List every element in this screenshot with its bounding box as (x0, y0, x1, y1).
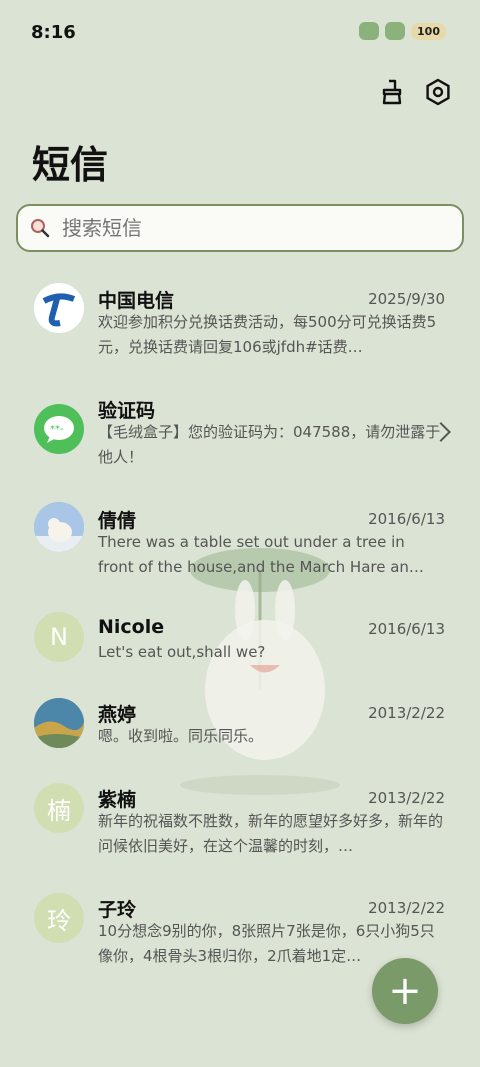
telecom-logo (34, 283, 84, 333)
sender-name: Nicole (98, 616, 165, 638)
svg-text:**-: **- (50, 424, 64, 435)
message-preview: 嗯。收到啦。同乐同乐。 (98, 727, 264, 745)
message-date: 2016/6/13 (368, 620, 445, 638)
list-item[interactable]: N Nicole 2016/6/13 Let's eat out,shall w… (0, 600, 480, 700)
avatar: 玲 (34, 893, 84, 943)
clover-icon (385, 22, 406, 40)
search-bar[interactable] (16, 204, 464, 252)
status-icons: 100 (359, 22, 446, 40)
top-actions (378, 78, 452, 106)
list-item[interactable]: 楠 紫楠 2013/2/22 新年的祝福数不胜数，新年的愿望好多好多，新年的问候… (0, 775, 480, 875)
message-preview: There was a table set out under a tree i… (98, 533, 424, 576)
message-preview: 新年的祝福数不胜数，新年的愿望好多好多，新年的问候依旧美好，在这个温馨的时刻，… (98, 812, 444, 855)
message-icon: **- (34, 404, 84, 454)
cat-icon (359, 22, 380, 40)
battery-indicator: 100 (411, 22, 446, 40)
new-message-button[interactable]: + (372, 958, 438, 1024)
message-date: 2013/2/22 (368, 704, 445, 722)
search-input[interactable] (60, 215, 424, 241)
broom-icon[interactable] (378, 78, 406, 106)
list-item[interactable]: 倩倩 2016/6/13 There was a table set out u… (0, 490, 480, 590)
status-time: 8:16 (31, 22, 76, 43)
sender-name: 燕婷 (98, 704, 137, 726)
avatar: N (34, 612, 84, 662)
sender-name: 倩倩 (98, 510, 137, 532)
message-date: 2025/9/30 (368, 290, 445, 308)
list-item[interactable]: **- 验证码 【毛绒盒子】您的验证码为：047588，请勿泄露于他人！ (0, 380, 480, 480)
sender-name: 子玲 (98, 899, 137, 921)
sender-name: 验证码 (98, 400, 156, 422)
avatar: 楠 (34, 783, 84, 833)
message-date: 2013/2/22 (368, 789, 445, 807)
list-item[interactable]: 中国电信 2025/9/30 欢迎参加积分兑换话费活动，每500分可兑换话费5元… (0, 270, 480, 370)
status-bar: 8:16 100 (0, 0, 480, 66)
message-preview: 欢迎参加积分兑换话费活动，每500分可兑换话费5元，兑换话费请回复106或jfd… (98, 313, 437, 356)
gear-icon[interactable] (424, 78, 452, 106)
search-icon (30, 218, 50, 238)
message-preview: 【毛绒盒子】您的验证码为：047588，请勿泄露于他人！ (98, 423, 441, 466)
page-title: 短信 (32, 143, 109, 187)
message-date: 2013/2/22 (368, 899, 445, 917)
message-date: 2016/6/13 (368, 510, 445, 528)
landscape-photo (34, 698, 84, 748)
message-preview: Let's eat out,shall we? (98, 643, 266, 661)
polar-bear-photo (34, 502, 84, 552)
sender-name: 紫楠 (98, 789, 137, 811)
sender-name: 中国电信 (98, 290, 175, 312)
